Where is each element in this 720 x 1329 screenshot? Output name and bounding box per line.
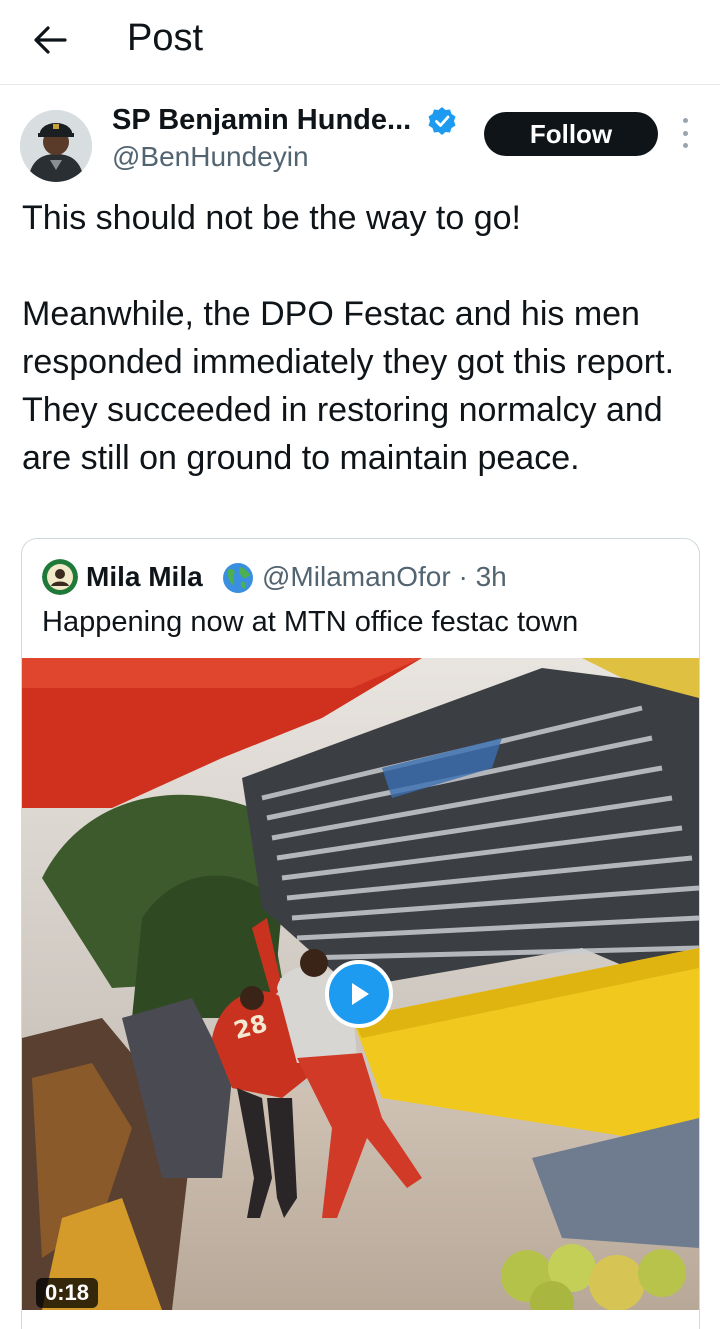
post-author: SP Benjamin Hunde... @BenHundeyin Follow (0, 96, 720, 186)
author-display-name[interactable]: SP Benjamin Hunde... (112, 102, 411, 138)
quoted-meta: @MilamanOfor · 3h (262, 559, 507, 595)
meta-separator: · (458, 561, 468, 592)
quoted-avatar-image (42, 559, 78, 595)
quoted-post-text: Happening now at MTN office festac town (42, 606, 579, 638)
author-handle[interactable]: @BenHundeyin (112, 140, 309, 174)
quoted-post[interactable]: Mila Mila @MilamanOfor · 3h Happening no… (21, 538, 700, 1329)
back-button[interactable] (28, 18, 72, 62)
more-dot (682, 143, 688, 148)
globe-emoji-icon (223, 563, 253, 593)
more-options-button[interactable] (672, 118, 698, 148)
video-duration-badge: 0:18 (36, 1278, 99, 1308)
quoted-author-avatar[interactable] (42, 559, 78, 595)
video-player[interactable]: 28 0:18 (22, 658, 699, 1310)
post-body-text: This should not be the way to go! Meanwh… (22, 199, 675, 477)
play-button[interactable] (325, 960, 393, 1028)
arrow-left-icon (34, 26, 67, 54)
page-title: Post (127, 17, 204, 59)
verified-badge-icon (428, 107, 456, 135)
play-icon (352, 983, 369, 1005)
more-vertical-icon (682, 118, 688, 123)
author-avatar[interactable] (20, 110, 92, 182)
quoted-author-handle[interactable]: @MilamanOfor (262, 561, 451, 592)
top-app-bar: Post (0, 0, 720, 85)
avatar-image (20, 110, 92, 182)
quoted-author-name[interactable]: Mila Mila (86, 559, 203, 595)
quoted-post-time[interactable]: 3h (476, 561, 507, 592)
more-dot (682, 130, 688, 136)
follow-button[interactable]: Follow (484, 112, 658, 156)
